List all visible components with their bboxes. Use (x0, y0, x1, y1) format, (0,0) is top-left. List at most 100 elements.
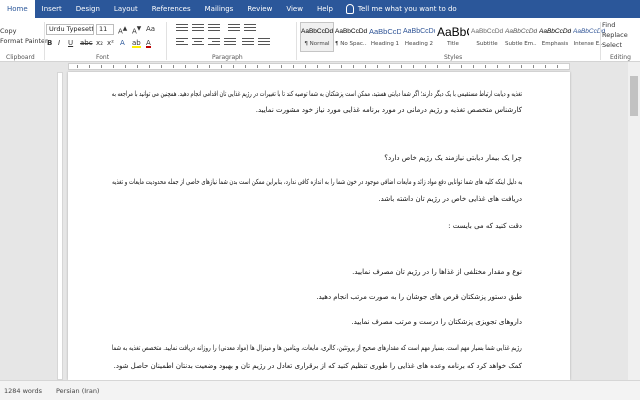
ruler-tick (365, 65, 366, 68)
font-family-select[interactable]: Urdu Typesettin (46, 24, 94, 35)
increase-indent-icon[interactable] (244, 24, 256, 33)
shading-icon[interactable] (258, 38, 270, 47)
multilevel-list-icon[interactable] (208, 24, 220, 33)
text-effects-icon[interactable]: A (120, 38, 125, 49)
ruler-tick (509, 65, 510, 68)
font-size-value: 11 (99, 25, 108, 33)
style-heading-1[interactable]: AaBbCcDd Heading 1 (368, 22, 402, 52)
editing-group-label: Editing (610, 54, 631, 61)
italic-icon[interactable]: I (58, 38, 60, 49)
style-normal[interactable]: AaBbCcDdEe ¶ Normal (300, 22, 334, 52)
ribbon-tab-bar: Home Insert Design Layout References Mai… (0, 0, 640, 18)
bold-icon[interactable]: B (47, 38, 52, 49)
document-page[interactable]: تغذیه و دیابت ارتباط مستقیمی با یک دیگر … (68, 72, 570, 380)
document-line[interactable]: طبق دستور پزشکتان قرص های جوشان را به صو… (316, 293, 522, 301)
ruler-tick (257, 65, 258, 68)
tab-help[interactable]: Help (310, 0, 340, 18)
ruler-tick (449, 65, 450, 68)
ruler-tick (473, 65, 474, 68)
style-preview: AaBbCcDd (369, 27, 401, 36)
ribbon: Copy Format Painter Clipboard Urdu Types… (0, 18, 640, 62)
justify-icon[interactable] (224, 38, 236, 47)
ruler-tick (533, 65, 534, 68)
subscript-icon[interactable]: x₂ (96, 38, 103, 49)
editing-group: Find Replace Select (602, 20, 640, 50)
tab-references[interactable]: References (145, 0, 198, 18)
find-button[interactable]: Find (602, 20, 640, 30)
ruler-tick (209, 65, 210, 68)
language-indicator[interactable]: Persian (Iran) (56, 387, 100, 395)
ruler-tick (461, 65, 462, 68)
group-divider (600, 22, 601, 60)
ruler-tick (77, 65, 78, 68)
style-subtitle[interactable]: AaBbCcDdEe Subtitle (470, 22, 504, 52)
vertical-ruler[interactable] (57, 72, 63, 380)
ruler-tick (437, 65, 438, 68)
numbering-icon[interactable] (192, 24, 204, 33)
superscript-icon[interactable]: x² (107, 38, 114, 49)
highlight-icon[interactable]: ab (132, 38, 141, 48)
tab-view[interactable]: View (279, 0, 310, 18)
scrollbar-thumb[interactable] (630, 76, 638, 116)
style-heading-2[interactable]: AaBbCcDd Heading 2 (402, 22, 436, 52)
tab-design[interactable]: Design (69, 0, 107, 18)
strikethrough-icon[interactable]: abc (80, 38, 93, 49)
document-line[interactable]: دریافت های غذایی خاص در رژیم تان داشته ب… (378, 195, 522, 203)
tab-home[interactable]: Home (0, 0, 35, 18)
style-name: Title (447, 41, 459, 47)
format-painter-button[interactable]: Format Painter (0, 36, 48, 46)
style-no-spacing[interactable]: AaBbCcDdEe ¶ No Spac... (334, 22, 368, 52)
paragraph-controls (172, 24, 272, 50)
change-case-icon[interactable]: Aa (146, 24, 155, 35)
ruler-tick (401, 65, 402, 68)
grow-font-icon[interactable]: A▲ (118, 24, 127, 35)
group-divider (296, 22, 297, 60)
ruler-tick (185, 65, 186, 68)
ruler-tick (545, 65, 546, 68)
word-count[interactable]: 1284 words (4, 387, 42, 395)
ruler-tick (293, 65, 294, 68)
line-spacing-icon[interactable] (242, 38, 254, 47)
paragraph-group-label: Paragraph (212, 54, 243, 61)
align-left-icon[interactable] (176, 38, 188, 47)
style-preview: AaBbCcDdEe (505, 28, 537, 35)
ruler-tick (305, 65, 306, 68)
font-size-select[interactable]: 11 (96, 24, 114, 35)
document-line[interactable]: کمک خواهد کرد که برنامه وعده های غذایی ر… (114, 362, 522, 370)
style-name: ¶ Normal (304, 41, 330, 47)
copy-button[interactable]: Copy (0, 26, 44, 36)
ruler-tick (413, 65, 414, 68)
style-name: Emphasis (541, 41, 569, 47)
tell-me-box[interactable]: Tell me what you want to do (340, 4, 457, 14)
ruler-tick (233, 65, 234, 68)
document-line[interactable]: چرا یک بیمار دیابتی نیازمند یک رژیم خاص … (384, 154, 522, 162)
document-line[interactable]: نوع و مقدار مختلفی از غذاها را در رژیم ت… (352, 268, 522, 276)
document-line[interactable]: دقت کنید که می بایست : (448, 222, 522, 230)
font-color-icon[interactable]: A (146, 38, 151, 48)
tab-layout[interactable]: Layout (107, 0, 145, 18)
horizontal-ruler[interactable] (0, 62, 640, 71)
underline-icon[interactable]: U (68, 38, 73, 49)
document-line[interactable]: رژیم غذایی شما بسیار مهم است. بسیار مهم … (112, 344, 522, 352)
group-divider (44, 22, 45, 60)
align-center-icon[interactable] (192, 38, 204, 47)
style-emphasis[interactable]: AaBbCcDdEe Emphasis (538, 22, 572, 52)
tab-mailings[interactable]: Mailings (198, 0, 241, 18)
select-button[interactable]: Select (602, 40, 640, 50)
vertical-scrollbar[interactable] (628, 62, 640, 380)
style-title[interactable]: AaBbCcDdEe Title (436, 22, 470, 52)
document-line[interactable]: به دلیل اینکه کلیه های شما توانایی دفع م… (112, 178, 522, 186)
ruler-tick (137, 65, 138, 68)
document-line[interactable]: تغذیه و دیابت ارتباط مستقیمی با یک دیگر … (112, 90, 522, 98)
tab-review[interactable]: Review (240, 0, 279, 18)
shrink-font-icon[interactable]: A▼ (132, 24, 141, 35)
style-subtle-emphasis[interactable]: AaBbCcDdEe Subtle Em... (504, 22, 538, 52)
document-line[interactable]: کارشناس متخصص تغذیه و رژیم درمانی در مور… (256, 106, 522, 114)
ruler-tick (113, 65, 114, 68)
bullets-icon[interactable] (176, 24, 188, 33)
decrease-indent-icon[interactable] (228, 24, 240, 33)
tab-insert[interactable]: Insert (35, 0, 69, 18)
document-line[interactable]: داروهای تجویزی پزشکتان را درست و مرتب مص… (351, 318, 522, 326)
replace-button[interactable]: Replace (602, 30, 640, 40)
align-right-icon[interactable] (208, 38, 220, 47)
